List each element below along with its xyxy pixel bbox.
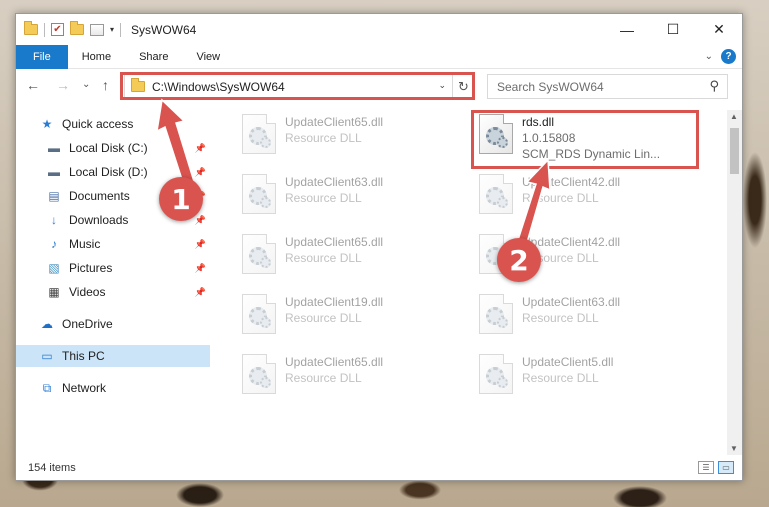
- callout-badge-2: 2: [497, 238, 541, 282]
- callout-badge-1: 1: [159, 177, 203, 221]
- callout-arrows: [156, 98, 551, 248]
- arrow-2-icon: [517, 158, 551, 248]
